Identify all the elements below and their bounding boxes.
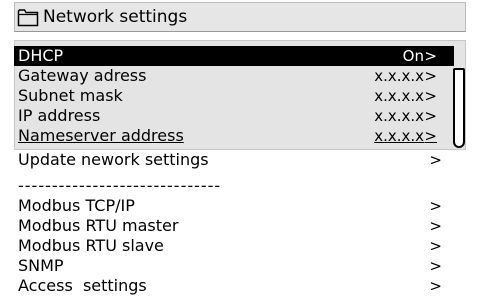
- gateway-address-row[interactable]: Gateway adress x.x.x.x >: [14, 66, 454, 86]
- chevron-right-icon: >: [424, 87, 437, 105]
- folder-icon: [17, 9, 39, 27]
- chevron-right-icon: >: [429, 217, 442, 235]
- ip-address-value: x.x.x.x: [374, 107, 424, 125]
- nameserver-address-value: x.x.x.x: [374, 127, 424, 145]
- chevron-right-icon: >: [429, 197, 442, 215]
- ip-address-label: IP address: [18, 106, 101, 125]
- chevron-right-icon: >: [424, 67, 437, 85]
- chevron-right-icon: >: [429, 237, 442, 255]
- subnet-mask-row[interactable]: Subnet mask x.x.x.x >: [14, 86, 454, 106]
- chevron-right-icon: >: [429, 277, 442, 295]
- update-network-settings-label: Update nework settings: [18, 150, 209, 169]
- menu-item-label: Modbus RTU master: [18, 216, 179, 235]
- chevron-right-icon: >: [424, 47, 437, 65]
- chevron-right-icon: >: [424, 107, 437, 125]
- menu-item-modbus-tcp-ip[interactable]: Modbus TCP/IP >: [14, 196, 466, 216]
- nameserver-address-row[interactable]: Nameserver address x.x.x.x >: [14, 126, 454, 146]
- subnet-mask-value: x.x.x.x: [374, 87, 424, 105]
- dhcp-row[interactable]: DHCP On >: [14, 46, 454, 66]
- dhcp-value: On: [402, 47, 424, 65]
- ip-address-row[interactable]: IP address x.x.x.x >: [14, 106, 454, 126]
- nameserver-address-label: Nameserver address: [18, 126, 184, 145]
- gateway-address-value: x.x.x.x: [374, 67, 424, 85]
- menu-item-access-settings[interactable]: Access settings >: [14, 276, 466, 296]
- chevron-right-icon: >: [424, 127, 437, 145]
- page-title: Network settings: [43, 7, 188, 27]
- separator: ------------------------------: [18, 176, 222, 195]
- scrollbar[interactable]: [453, 68, 465, 148]
- menu-item-label: SNMP: [18, 256, 64, 275]
- menu-item-modbus-rtu-slave[interactable]: Modbus RTU slave >: [14, 236, 466, 256]
- menu-item-label: Access settings: [18, 276, 147, 295]
- menu-item-label: Modbus RTU slave: [18, 236, 164, 255]
- network-settings-screen: Network settings DHCP On > Gateway adres…: [0, 0, 485, 300]
- dhcp-label: DHCP: [18, 46, 64, 65]
- chevron-right-icon: >: [429, 257, 442, 275]
- menu-item-label: Modbus TCP/IP: [18, 196, 135, 215]
- menu-item-modbus-rtu-master[interactable]: Modbus RTU master >: [14, 216, 466, 236]
- page-header: Network settings: [14, 2, 466, 32]
- chevron-right-icon: >: [429, 151, 442, 169]
- update-network-settings-row[interactable]: Update nework settings >: [14, 150, 466, 170]
- subnet-mask-label: Subnet mask: [18, 86, 123, 105]
- gateway-address-label: Gateway adress: [18, 66, 147, 85]
- menu-item-snmp[interactable]: SNMP >: [14, 256, 466, 276]
